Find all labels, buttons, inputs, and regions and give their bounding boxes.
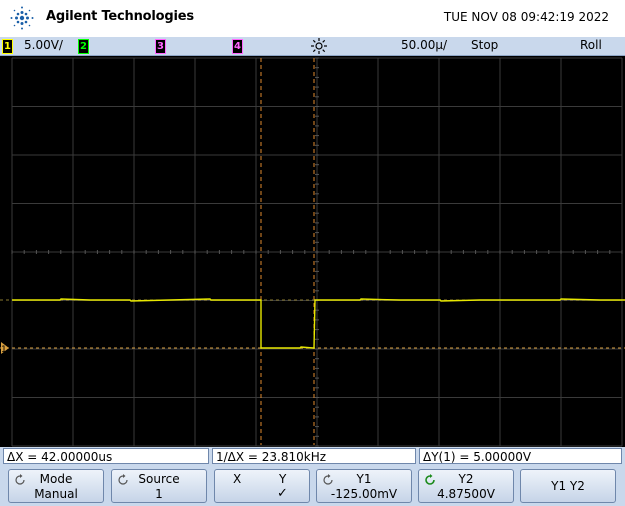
channel-1-trace [12, 298, 625, 349]
ground-marker[interactable]: 1 [1, 342, 9, 355]
y1-y2-label: Y1 Y2 [551, 479, 585, 493]
y1-label: Y1 [356, 472, 372, 486]
y2-softkey[interactable]: Y2 4.87500V [418, 469, 514, 503]
y2-value: 4.87500V [437, 487, 495, 501]
run-state: Stop [471, 38, 499, 52]
check-icon: ✓ [277, 486, 288, 501]
ground-marker-label: 1 [1, 345, 7, 355]
inverse-delta-x-readout: 1/ΔX = 23.810kHz [212, 448, 416, 464]
channel-2-button[interactable]: 2 [78, 39, 89, 54]
graticule [11, 57, 623, 447]
y1-softkey[interactable]: Y1 -125.00mV [316, 469, 412, 503]
channel-bar: 1 5.00V/ 2 3 4 50.00µ/ Stop Roll [0, 37, 625, 56]
mode-softkey[interactable]: Mode Manual [8, 469, 104, 503]
y1-y2-softkey[interactable]: Y1 Y2 [520, 469, 616, 503]
source-value: 1 [155, 487, 163, 501]
delta-y-readout: ΔY(1) = 5.00000V [419, 448, 622, 464]
mode-label: Mode [39, 472, 73, 486]
y-label: Y [279, 472, 287, 486]
date-time: TUE NOV 08 09:42:19 2022 [443, 10, 609, 24]
xy-softkey[interactable]: X Y ✓ [214, 469, 310, 503]
channel-3-button[interactable]: 3 [155, 39, 166, 54]
mode-value: Manual [34, 487, 78, 501]
trigger-mode: Roll [580, 38, 602, 52]
timebase-readout[interactable]: 50.00µ/ [401, 38, 447, 52]
y1-value: -125.00mV [330, 487, 398, 501]
delta-x-readout: ΔX = 42.00000us [3, 448, 209, 464]
channel-1-scale: 5.00V/ [24, 38, 63, 52]
agilent-spark-icon [10, 6, 34, 30]
y2-label: Y2 [458, 472, 474, 486]
waveform-display[interactable]: 1 [0, 56, 625, 447]
channel-1-button[interactable]: 1 [2, 39, 13, 54]
source-label: Source [138, 472, 180, 486]
x-label: X [233, 472, 242, 486]
channel-4-button[interactable]: 4 [232, 39, 243, 54]
brand-name: Agilent Technologies [46, 9, 194, 24]
trigger-sun-icon[interactable] [310, 37, 328, 55]
cursor-readouts: ΔX = 42.00000us 1/ΔX = 23.810kHz ΔY(1) =… [0, 447, 625, 466]
softkey-bar: Mode Manual Source 1 X Y ✓ Y1 -125.00mV … [0, 466, 625, 506]
source-softkey[interactable]: Source 1 [111, 469, 207, 503]
header: Agilent Technologies TUE NOV 08 09:42:19… [0, 0, 625, 37]
waveform-svg: 1 [0, 57, 625, 447]
